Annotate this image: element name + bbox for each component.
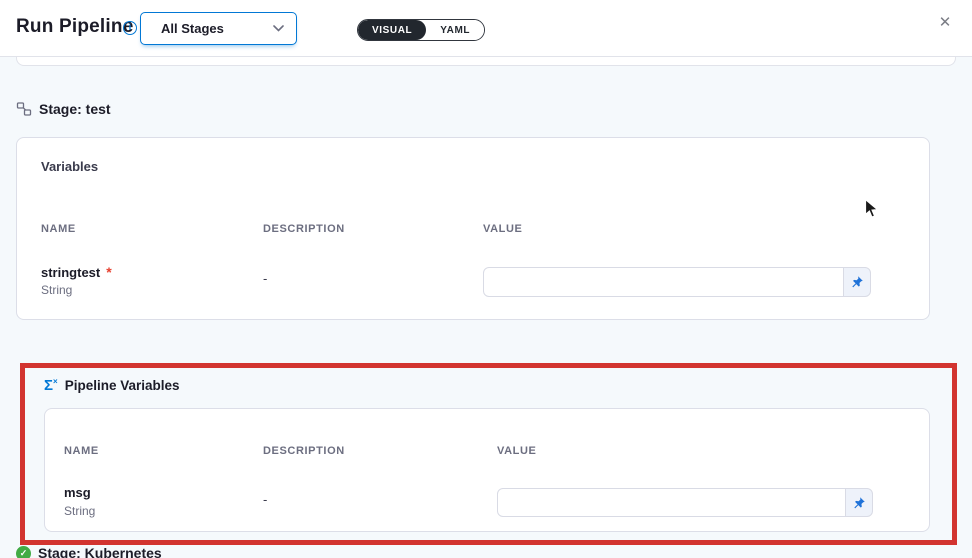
column-header-name: NAME [41,223,76,235]
stage-kubernetes-section-header: ✓ Stage: Kubernetes [16,545,162,558]
chevron-down-icon [273,25,284,32]
stage-selector-value: All Stages [161,21,273,36]
variables-card-title: Variables [41,159,98,174]
variables-card: Variables NAME DESCRIPTION VALUE stringt… [16,137,930,320]
dialog-body: Stage: test Variables NAME DESCRIPTION V… [0,57,972,558]
variable-type: String [41,283,72,297]
stage-test-label: Stage: test [39,101,111,117]
value-field-group [483,267,871,297]
scrolled-card-remnant [16,57,956,66]
dialog-header: Run Pipeline i All Stages VISUAL YAML ✕ [0,0,972,57]
stage-kubernetes-label: Stage: Kubernetes [38,545,162,558]
success-check-icon: ✓ [16,546,31,558]
pin-button[interactable] [843,267,871,297]
stage-selector-dropdown[interactable]: All Stages [140,12,297,45]
close-icon[interactable]: ✕ [935,13,955,33]
variable-name: stringtest* [41,264,112,280]
stringtest-value-input[interactable] [483,267,844,297]
view-toggle: VISUAL YAML [357,19,485,41]
column-header-value: VALUE [483,223,522,235]
variable-description: - [263,271,267,286]
tab-yaml[interactable]: YAML [426,20,484,40]
required-asterisk: * [106,264,111,280]
column-header-description: DESCRIPTION [263,223,345,235]
info-icon[interactable]: i [123,21,137,35]
tab-visual[interactable]: VISUAL [358,20,426,40]
page-title: Run Pipeline [16,16,133,38]
stage-test-section-header: Stage: test [16,101,111,117]
stage-graph-icon [16,101,32,117]
red-highlight-annotation [20,363,957,545]
thumbtack-icon [850,275,864,289]
